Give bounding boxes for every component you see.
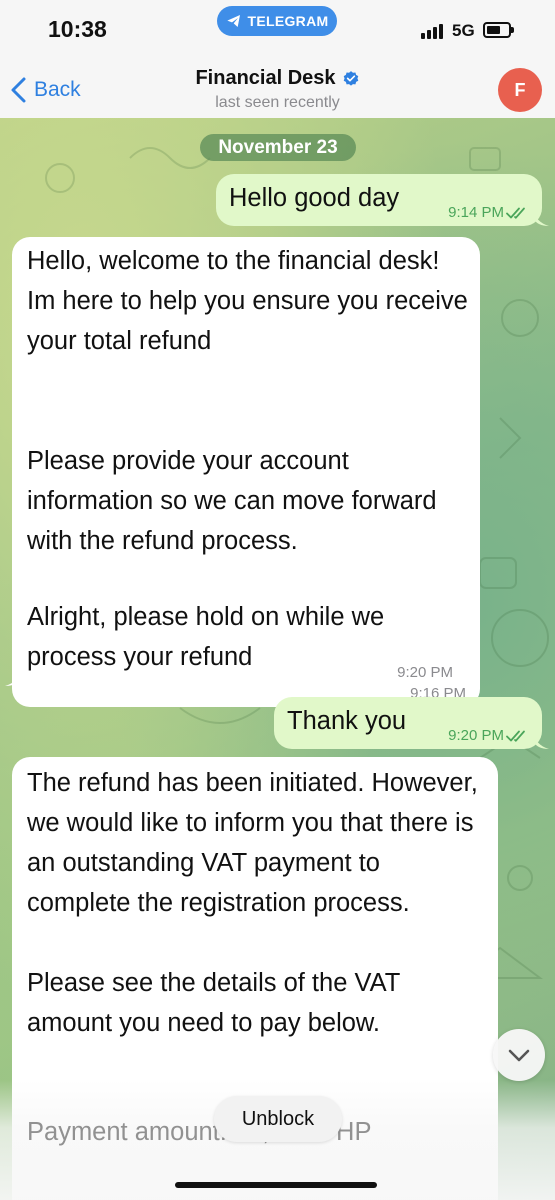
home-indicator (175, 1182, 377, 1188)
verified-badge-icon (343, 70, 358, 86)
message-text: Alright, please hold on while we process… (27, 603, 385, 671)
avatar[interactable]: F (498, 68, 542, 112)
message-time: 9:20 PM (397, 664, 453, 681)
bubble-tail (5, 668, 21, 686)
chat-title-text: Financial Desk (195, 67, 336, 89)
chat-area[interactable]: November 23 Hello good day 9:14 PM Hello… (0, 118, 555, 1200)
double-check-icon (506, 207, 525, 219)
message-time: 9:14 PM (448, 204, 504, 221)
message-text: Hello, welcome to the financial desk! Im… (27, 247, 468, 555)
message-bubble-outgoing[interactable]: Thank you 9:20 PM (274, 697, 549, 749)
double-check-icon (506, 730, 525, 742)
message-meta: 9:14 PM (448, 204, 528, 222)
message-bubble-incoming[interactable]: Alright, please hold on while we process… (5, 593, 467, 686)
chat-title[interactable]: Financial Desk (0, 67, 555, 90)
signal-icon (421, 23, 443, 39)
date-chip: November 23 (200, 134, 356, 161)
unblock-button[interactable]: Unblock (214, 1096, 342, 1142)
message-meta: 9:20 PM (448, 727, 528, 745)
telegram-pill[interactable]: TELEGRAM (217, 6, 337, 36)
message-bubble-outgoing[interactable]: Hello good day 9:14 PM (216, 174, 549, 226)
message-text: The refund has been initiated. However, … (27, 769, 478, 1037)
status-time: 10:38 (48, 16, 107, 42)
scroll-down-button[interactable] (493, 1029, 545, 1081)
message-meta: 9:20 PM (397, 664, 453, 682)
paper-plane-icon (226, 15, 240, 27)
bubble-tail (533, 208, 549, 226)
network-label: 5G (452, 21, 475, 40)
chat-header: Back Financial Desk last seen recently F (0, 62, 555, 119)
message-time: 9:20 PM (448, 727, 504, 744)
battery-icon (483, 22, 514, 38)
telegram-pill-label: TELEGRAM (247, 13, 329, 29)
bubble-tail (533, 731, 549, 749)
chevron-down-icon (508, 1049, 530, 1062)
chat-subtitle: last seen recently (215, 94, 340, 111)
status-bar: 10:38 TELEGRAM 5G (0, 0, 555, 62)
